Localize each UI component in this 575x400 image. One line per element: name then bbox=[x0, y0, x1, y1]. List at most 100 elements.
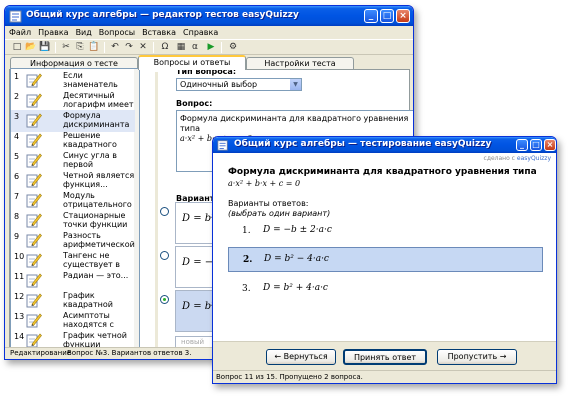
question-number: 1 bbox=[14, 72, 20, 81]
menu-questions[interactable]: Вопросы bbox=[99, 26, 135, 39]
question-number: 2 bbox=[14, 92, 20, 101]
tester-title: Общий курс алгебры — тестирование easyQu… bbox=[234, 139, 492, 149]
close-button[interactable]: × bbox=[544, 139, 556, 151]
question-type-select[interactable]: Одиночный выбор ▼ bbox=[176, 78, 302, 91]
brand-link[interactable]: easyQuizzy bbox=[517, 155, 551, 162]
menu-view[interactable]: Вид bbox=[76, 26, 92, 39]
question-list-item[interactable]: 2 Десятичный логарифм имеет вид: bbox=[11, 90, 135, 112]
question-summary: Асимптоты находятся с помощью определе..… bbox=[63, 311, 114, 330]
minimize-button[interactable]: _ bbox=[516, 139, 528, 151]
tester-window: Общий курс алгебры — тестирование easyQu… bbox=[212, 136, 557, 384]
accept-answer-button[interactable]: Принять ответ bbox=[343, 349, 427, 365]
answer-formula: D = b² − 4·a·c bbox=[264, 254, 329, 264]
save-icon[interactable]: 💾 bbox=[39, 42, 51, 53]
question-label: Вопрос: bbox=[176, 99, 213, 108]
edit-pencil-icon bbox=[26, 313, 42, 328]
toolbar-separator bbox=[104, 42, 105, 53]
edit-pencil-icon bbox=[26, 113, 42, 128]
close-button[interactable]: × bbox=[396, 9, 410, 23]
question-number: 11 bbox=[14, 272, 25, 281]
question-number: 12 bbox=[14, 292, 25, 301]
skip-button[interactable]: Пропустить → bbox=[437, 349, 517, 365]
tab-questions-answers[interactable]: Вопросы и ответы bbox=[138, 55, 246, 70]
question-list-item[interactable]: 12 График квадратной функции имеет вид... bbox=[11, 290, 135, 312]
tester-status-bar: Вопрос 11 из 15. Пропущено 2 вопроса. bbox=[213, 370, 556, 383]
back-button[interactable]: ← Вернуться bbox=[266, 349, 336, 365]
font-icon[interactable]: α bbox=[189, 42, 201, 53]
question-list-item[interactable]: 6 Четной является функция... bbox=[11, 170, 135, 192]
question-summary: Формула дискриминанта для к... bbox=[63, 111, 130, 130]
edit-pencil-icon bbox=[26, 213, 42, 228]
question-type-value: Одиночный выбор bbox=[180, 80, 258, 89]
tab-test-settings[interactable]: Настройки теста bbox=[246, 57, 354, 69]
edit-pencil-icon bbox=[26, 273, 42, 288]
answer-option-2-selected[interactable]: 2. D = b² − 4·a·c bbox=[228, 247, 543, 272]
answer-option-3[interactable]: 3. D = b² + 4·a·c bbox=[228, 277, 543, 302]
copy-icon[interactable]: ⎘ bbox=[74, 42, 86, 53]
maximize-button[interactable]: □ bbox=[530, 139, 542, 151]
tester-title-bar[interactable]: Общий курс алгебры — тестирование easyQu… bbox=[213, 137, 556, 153]
answers-hint: (выбрать один вариант) bbox=[228, 209, 331, 218]
menu-file[interactable]: Файл bbox=[9, 26, 31, 39]
tester-button-bar: ← Вернуться Принять ответ Пропустить → bbox=[213, 341, 556, 371]
edit-pencil-icon bbox=[26, 173, 42, 188]
question-summary: Если знаменатель геометрической прог... bbox=[63, 71, 132, 90]
new-icon[interactable]: □ bbox=[11, 42, 23, 53]
question-text: Формула дискриминанта для квадратного ур… bbox=[180, 114, 409, 133]
editor-title-bar[interactable]: Общий курс алгебры — редактор тестов eas… bbox=[5, 6, 413, 26]
answer-number: 3. bbox=[242, 284, 251, 294]
edit-pencil-icon bbox=[26, 93, 42, 108]
chevron-down-icon[interactable]: ▼ bbox=[290, 79, 301, 90]
app-icon bbox=[9, 10, 22, 23]
question-list-item[interactable]: 13 Асимптоты находятся с помощью определе… bbox=[11, 310, 135, 332]
menu-help[interactable]: Справка bbox=[183, 26, 218, 39]
app-icon bbox=[217, 140, 228, 151]
toolbar-separator bbox=[153, 42, 154, 53]
answer-radio-1[interactable] bbox=[160, 207, 169, 216]
question-summary: Тангенс не существует в точках... bbox=[63, 251, 120, 270]
maximize-button[interactable]: □ bbox=[380, 9, 394, 23]
answer-radio-3-selected[interactable] bbox=[160, 295, 169, 304]
delete-icon[interactable]: ✕ bbox=[137, 42, 149, 53]
menu-insert[interactable]: Вставка bbox=[142, 26, 176, 39]
question-list-item[interactable]: 3 Формула дискриминанта для к... bbox=[11, 110, 135, 132]
question-number: 14 bbox=[14, 332, 25, 341]
brand-prefix: сделано с bbox=[483, 155, 515, 162]
undo-icon[interactable]: ↶ bbox=[109, 42, 121, 53]
panel-splitter[interactable] bbox=[155, 72, 158, 347]
paste-icon[interactable]: 📋 bbox=[88, 42, 100, 53]
cut-icon[interactable]: ✂ bbox=[60, 42, 72, 53]
question-title: Формула дискриминанта для квадратного ур… bbox=[228, 167, 537, 177]
question-summary: Синус угла в первой четверти... bbox=[63, 151, 117, 170]
menu-edit[interactable]: Правка bbox=[38, 26, 68, 39]
answer-number: 2. bbox=[243, 255, 253, 265]
settings-icon[interactable]: ⚙ bbox=[227, 42, 239, 53]
insert-image-icon[interactable]: ▦ bbox=[175, 42, 187, 53]
answers-label: Варианты ответов: bbox=[228, 199, 309, 208]
answer-option-1[interactable]: 1. D = −b ± 2·a·c bbox=[228, 219, 543, 244]
question-list-item[interactable]: 5 Синус угла в первой четверти... bbox=[11, 150, 135, 172]
question-list-item[interactable]: 7 Модуль отрицательного числ... bbox=[11, 190, 135, 212]
question-summary: Модуль отрицательного числ... bbox=[63, 191, 132, 210]
toolbar: □ 📂 💾 ✂ ⎘ 📋 ↶ ↷ ✕ Ω ▦ α ▶ ⚙ bbox=[5, 39, 413, 55]
open-folder-icon[interactable]: 📂 bbox=[25, 42, 37, 53]
question-list[interactable]: 1 Если знаменатель геометрической прог...… bbox=[10, 68, 140, 350]
minimize-button[interactable]: _ bbox=[364, 9, 378, 23]
question-list-item[interactable]: 4 Решение квадратного уравнения типа сво.… bbox=[11, 130, 135, 152]
omega-symbol-icon[interactable]: Ω bbox=[159, 42, 171, 53]
run-test-icon[interactable]: ▶ bbox=[205, 42, 217, 53]
answer-formula: D = b² + 4·a·c bbox=[263, 283, 328, 293]
question-list-item[interactable]: 9 Разность арифметической прогр... bbox=[11, 230, 135, 252]
question-summary: Решение квадратного уравнения типа сво..… bbox=[63, 131, 130, 150]
question-number: 3 bbox=[14, 112, 20, 121]
answer-radio-2[interactable] bbox=[160, 251, 169, 260]
redo-icon[interactable]: ↷ bbox=[123, 42, 135, 53]
question-number: 9 bbox=[14, 232, 20, 241]
question-list-item[interactable]: 1 Если знаменатель геометрической прог... bbox=[11, 70, 135, 92]
question-list-item[interactable]: 11 Радиан — это... bbox=[11, 270, 135, 292]
question-summary: Десятичный логарифм имеет вид: bbox=[63, 91, 134, 110]
question-summary: График квадратной функции имеет вид... bbox=[63, 291, 129, 310]
question-number: 10 bbox=[14, 252, 25, 261]
question-list-item[interactable]: 8 Стационарные точки функции — это точк..… bbox=[11, 210, 135, 232]
question-list-item[interactable]: 10 Тангенс не существует в точках... bbox=[11, 250, 135, 272]
